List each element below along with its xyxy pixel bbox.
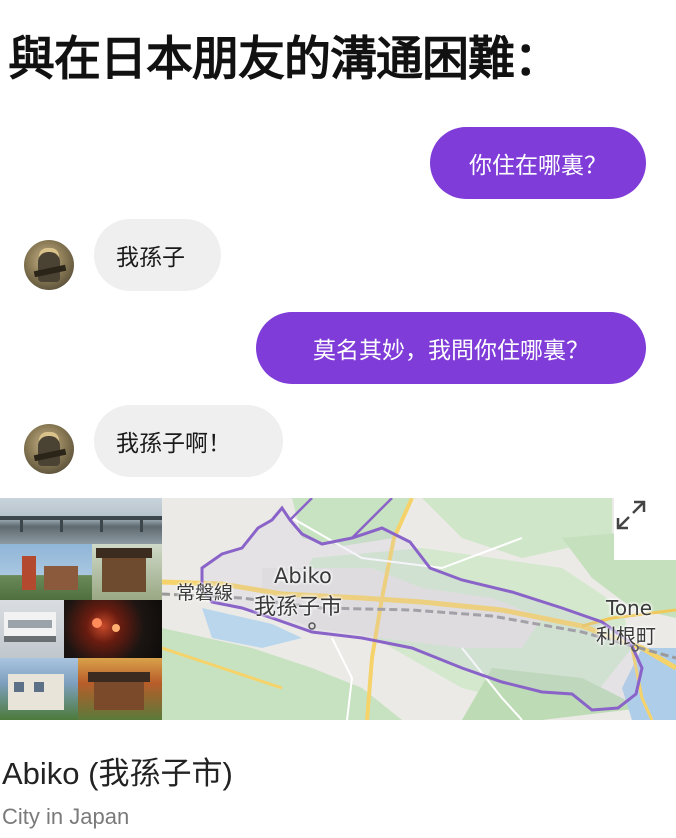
autumn-house-photo [78, 658, 162, 720]
outgoing-message-bubble: 你住在哪裏？ [430, 127, 646, 199]
incoming-message-bubble: 我孫子 [94, 219, 221, 291]
expand-arrows-icon [616, 500, 646, 530]
residence-photo [0, 658, 78, 720]
avatar [24, 240, 74, 290]
map-label-tone-en: Tone [606, 596, 653, 620]
map-label-city-jp: 我孫子市 [254, 595, 343, 620]
page-title: 與在日本朋友的溝通困難： [8, 32, 561, 87]
expand-map-button[interactable] [614, 498, 676, 560]
place-card[interactable]: 常磐線 Abiko 我孫子市 Tone 利根町 [0, 498, 676, 720]
outgoing-message-bubble: 莫名其妙，我問你住哪裏？ [256, 312, 646, 384]
place-map[interactable]: 常磐線 Abiko 我孫子市 Tone 利根町 [162, 498, 676, 720]
place-title: Abiko (我孫子市) [2, 756, 233, 791]
museum-photo [0, 600, 64, 658]
building-photo [0, 544, 92, 600]
festival-photo [64, 600, 162, 658]
place-subtitle: City in Japan [2, 804, 130, 829]
map-graphic [162, 498, 676, 720]
avatar [24, 424, 74, 474]
map-label-tone-jp: 利根町 [596, 624, 656, 648]
map-label-line: 常磐線 [176, 582, 234, 604]
incoming-message-bubble: 我孫子啊！ [94, 405, 283, 477]
bridge-photo [0, 498, 162, 544]
place-photo-collage[interactable] [0, 498, 162, 720]
house-photo [92, 544, 162, 600]
map-label-city-en: Abiko [274, 564, 332, 588]
